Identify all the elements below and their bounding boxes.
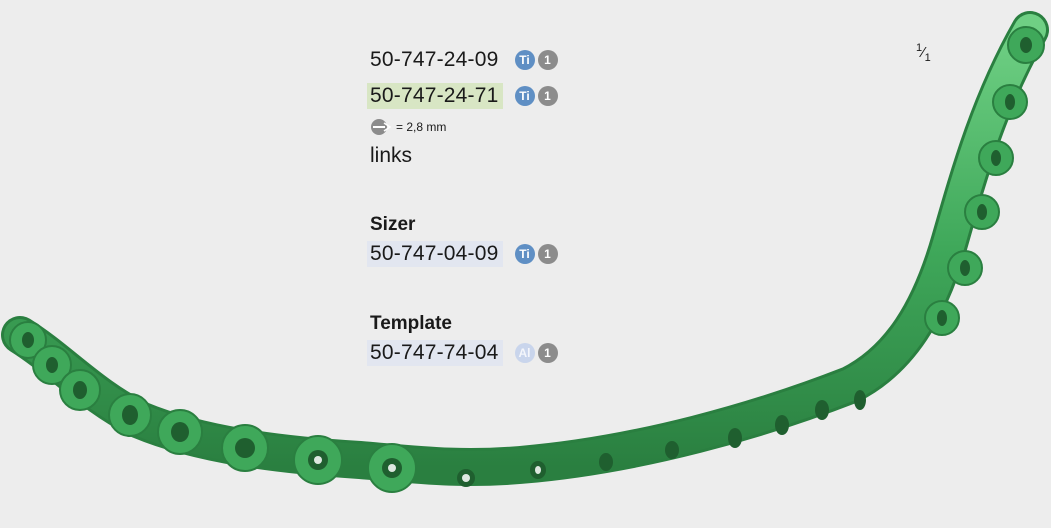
material-ti-badge: Ti — [514, 243, 535, 264]
quantity-badge: 1 — [537, 49, 558, 70]
article-number: 50-747-24-09 — [370, 47, 499, 71]
implant-row-1: 50-747-24-09 Ti 1 — [370, 44, 558, 75]
template-article-number: 50-747-74-04 — [367, 339, 503, 366]
material-al-badge: Al — [514, 342, 535, 363]
drill-icon — [371, 119, 392, 135]
sizer-article-number: 50-747-04-09 — [367, 240, 503, 267]
article-number-highlighted: 50-747-24-71 — [367, 82, 503, 109]
template-heading: Template — [370, 313, 453, 334]
side-label: links — [370, 144, 413, 167]
implant-row-2: 50-747-24-71 Ti 1 — [367, 80, 558, 111]
drill-diameter: = 2,8 mm — [396, 120, 447, 134]
scale-denominator: 1 — [924, 52, 931, 64]
scale-indicator: 1⁄1 — [916, 42, 931, 64]
quantity-badge: 1 — [537, 243, 558, 264]
sizer-heading: Sizer — [370, 214, 416, 235]
material-ti-badge: Ti — [514, 49, 535, 70]
sizer-row: 50-747-04-09 Ti 1 — [367, 238, 558, 269]
quantity-badge: 1 — [537, 342, 558, 363]
drill-spec: = 2,8 mm — [370, 116, 558, 138]
template-row: 50-747-74-04 Al 1 — [367, 337, 558, 368]
product-info: 50-747-24-09 Ti 1 50-747-24-71 Ti 1 = 2,… — [367, 44, 558, 373]
scale-numerator: 1 — [916, 42, 923, 54]
material-ti-badge: Ti — [514, 85, 535, 106]
quantity-badge: 1 — [537, 85, 558, 106]
